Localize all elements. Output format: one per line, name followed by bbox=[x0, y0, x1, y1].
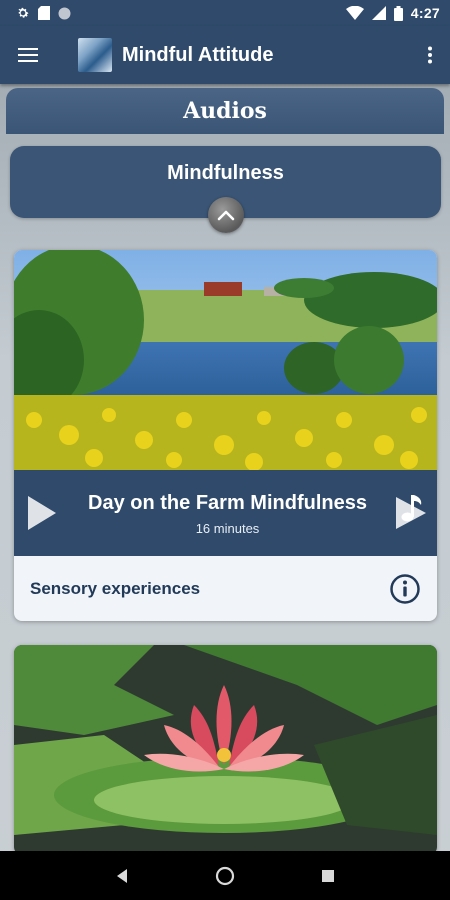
signal-icon bbox=[371, 6, 386, 20]
status-time: 4:27 bbox=[410, 5, 440, 21]
status-left-icons bbox=[16, 6, 71, 20]
audio-button[interactable] bbox=[385, 470, 437, 556]
water-lily-image bbox=[14, 645, 437, 855]
category-title: Mindfulness bbox=[167, 161, 284, 184]
track-card[interactable]: Day on the Farm Mindfulness 16 minutes S… bbox=[14, 250, 437, 621]
chevron-up-icon bbox=[217, 210, 235, 221]
app-logo bbox=[78, 38, 112, 72]
track-subtitle: Sensory experiences bbox=[30, 578, 201, 598]
home-icon bbox=[215, 866, 235, 885]
circle-icon bbox=[58, 7, 71, 19]
card-footer: Sensory experiences bbox=[14, 556, 437, 621]
play-icon bbox=[28, 496, 56, 530]
sd-card-icon bbox=[38, 6, 50, 20]
page-header: Audios bbox=[6, 88, 444, 134]
menu-icon bbox=[18, 48, 38, 62]
gear-icon bbox=[18, 7, 29, 18]
back-icon bbox=[116, 868, 127, 883]
track-info: Day on the Farm Mindfulness 16 minutes bbox=[70, 490, 385, 536]
status-right-icons: 4:27 bbox=[345, 5, 440, 21]
back-button[interactable] bbox=[102, 856, 142, 896]
system-navigation-bar bbox=[0, 851, 450, 900]
track-duration: 16 minutes bbox=[195, 521, 260, 536]
more-vert-icon bbox=[428, 46, 432, 64]
recents-button[interactable] bbox=[308, 856, 348, 896]
battery-icon bbox=[393, 5, 403, 21]
music-note-icon bbox=[396, 495, 426, 529]
home-button[interactable] bbox=[205, 856, 245, 896]
play-button[interactable] bbox=[14, 470, 70, 556]
track-title: Day on the Farm Mindfulness bbox=[88, 492, 367, 514]
overflow-menu-button[interactable] bbox=[410, 26, 450, 84]
app-title: Mindful Attitude bbox=[122, 43, 274, 66]
page-title: Audios bbox=[183, 98, 267, 124]
info-icon[interactable] bbox=[389, 573, 421, 605]
app-bar: Mindful Attitude bbox=[0, 26, 450, 84]
track-card[interactable] bbox=[14, 645, 437, 855]
player-bar: Day on the Farm Mindfulness 16 minutes bbox=[14, 470, 437, 556]
collapse-category-button[interactable] bbox=[208, 197, 244, 233]
menu-button[interactable] bbox=[0, 26, 56, 84]
status-bar: 4:27 bbox=[0, 0, 450, 26]
recents-icon bbox=[322, 869, 335, 882]
farm-landscape-image bbox=[14, 250, 437, 470]
wifi-icon bbox=[345, 6, 364, 20]
